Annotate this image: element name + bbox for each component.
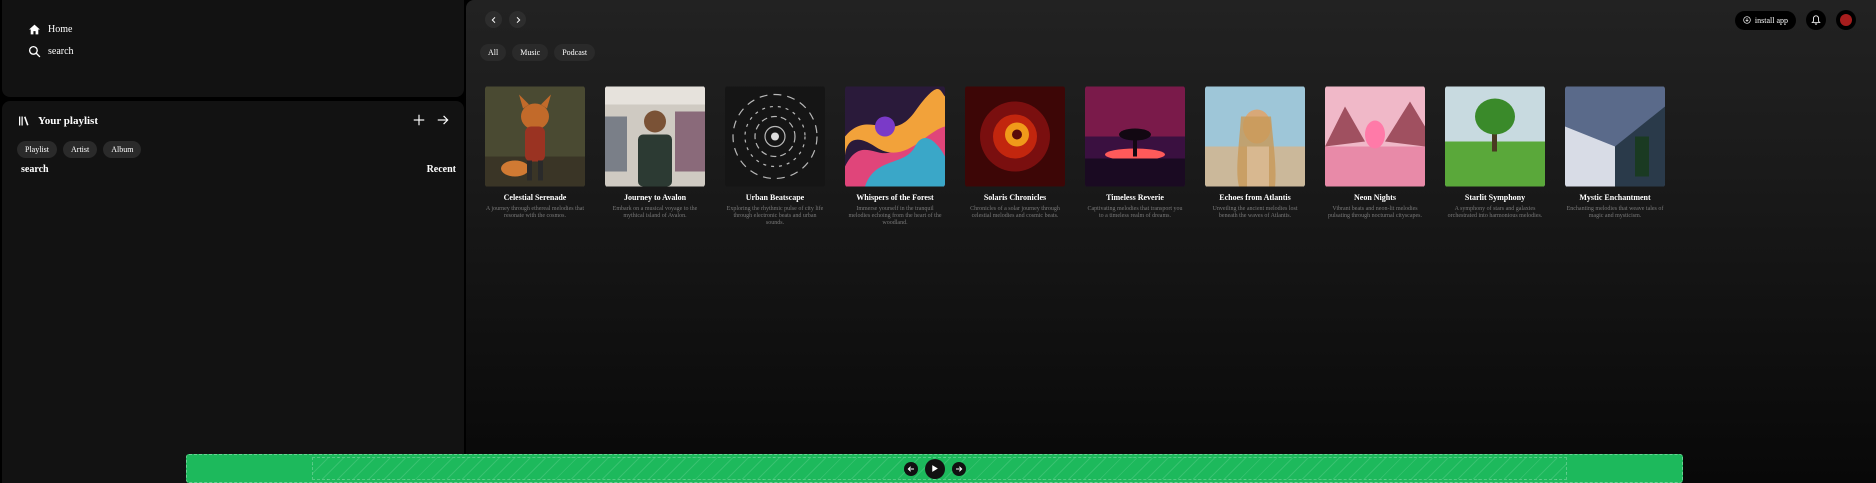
library-sort-recent[interactable]: Recent: [427, 164, 456, 175]
card-description: Immerse yourself in the tranquil melodie…: [848, 206, 942, 226]
card-cover-image: [1325, 86, 1425, 187]
card-description: Chronicles of a solar journey through ce…: [970, 206, 1060, 219]
filter-music[interactable]: Music: [512, 44, 549, 61]
card-cover-image: [1445, 86, 1545, 187]
arrow-right-icon: [955, 465, 962, 472]
playlist-card[interactable]: Starlit Symphony A symphony of stars and…: [1445, 86, 1545, 227]
card-title: Mystic Enchantment: [1579, 193, 1651, 202]
card-title: Timeless Reverie: [1106, 193, 1164, 202]
playlist-card[interactable]: Mystic Enchantment Enchanting melodies t…: [1565, 86, 1665, 227]
playlist-card[interactable]: Whispers of the Forest Immerse yourself …: [845, 86, 945, 227]
card-title: Journey to Avalon: [623, 193, 687, 202]
back-button[interactable]: [485, 11, 502, 28]
card-description: A journey through ethereal melodies that…: [485, 206, 585, 219]
chip-playlist[interactable]: Playlist: [17, 141, 58, 158]
nav-panel: Home search: [2, 0, 464, 97]
play-button[interactable]: [924, 458, 945, 479]
search-icon: [28, 45, 41, 58]
card-title: Solaris Chronicles: [983, 193, 1047, 202]
card-cover-image: [605, 86, 705, 187]
card-cover-image: [1205, 86, 1305, 187]
card-title: Starlit Symphony: [1464, 193, 1526, 202]
card-description: Enchanting melodies that weave tales of …: [1566, 206, 1664, 219]
card-cover-image: [1085, 86, 1185, 187]
card-cover-image: [1565, 86, 1665, 187]
library-panel: Your playlist Playlist Artist Album sear…: [2, 101, 464, 483]
playlist-card[interactable]: Neon Nights Vibrant beats and neon-lit m…: [1325, 86, 1425, 227]
playlist-card[interactable]: Solaris Chronicles Chronicles of a solar…: [965, 86, 1065, 227]
chevron-left-icon: [491, 16, 495, 23]
bell-icon: [1811, 15, 1821, 25]
filter-all[interactable]: All: [480, 44, 507, 61]
arrow-left-icon: [907, 465, 914, 472]
card-title: Celestial Serenade: [503, 193, 567, 202]
library-title: Your playlist: [38, 115, 99, 127]
nav-home-label: Home: [48, 24, 73, 35]
previous-button[interactable]: [903, 461, 918, 476]
install-app-label: install app: [1754, 15, 1788, 25]
chip-album[interactable]: Album: [103, 141, 142, 158]
forward-button[interactable]: [509, 11, 526, 28]
card-cover-image: [725, 86, 825, 187]
card-cover-image: [965, 86, 1065, 187]
card-title: Whispers of the Forest: [856, 193, 934, 202]
card-description: Exploring the rhythmic pulse of city lif…: [726, 206, 824, 226]
home-icon: [29, 24, 40, 35]
filter-podcast[interactable]: Podcast: [554, 44, 596, 61]
player-bar: [186, 454, 1683, 483]
download-icon: [1743, 16, 1751, 24]
install-app-button[interactable]: install app: [1734, 10, 1796, 30]
card-description: Embark on a musical voyage to the mythic…: [612, 206, 698, 219]
chevron-right-icon: [516, 16, 520, 23]
chip-artist[interactable]: Artist: [63, 141, 98, 158]
playlist-card[interactable]: Journey to Avalon Embark on a musical vo…: [605, 86, 705, 227]
card-description: A symphony of stars and galaxies orchest…: [1447, 206, 1543, 219]
next-button[interactable]: [951, 461, 966, 476]
play-icon: [932, 465, 938, 472]
card-title: Urban Beatscape: [745, 193, 805, 202]
card-title: Neon Nights: [1353, 193, 1396, 202]
library-icon: [19, 116, 29, 126]
nav-search-label: search: [48, 46, 74, 57]
arrow-right-icon[interactable]: [436, 113, 450, 127]
library-header[interactable]: Your playlist: [18, 115, 98, 127]
notifications-button[interactable]: [1806, 10, 1826, 30]
library-search[interactable]: search: [21, 164, 49, 175]
playlist-card[interactable]: Celestial Serenade A journey through eth…: [485, 86, 585, 227]
main-content: install app All Music Podcast Celestial …: [466, 0, 1876, 483]
card-description: Unveiling the ancient melodies lost bene…: [1212, 206, 1298, 219]
card-cover-image: [845, 86, 945, 187]
card-title: Echoes from Atlantis: [1219, 193, 1291, 202]
user-avatar[interactable]: [1836, 10, 1856, 30]
card-cover-image: [485, 86, 585, 187]
avatar-image: [1840, 14, 1852, 26]
card-description: Captivating melodies that transport you …: [1087, 206, 1183, 219]
nav-search[interactable]: search: [28, 45, 74, 58]
playlist-card[interactable]: Timeless Reverie Captivating melodies th…: [1085, 86, 1185, 227]
playlist-card[interactable]: Echoes from Atlantis Unveiling the ancie…: [1205, 86, 1305, 227]
add-icon[interactable]: [412, 113, 426, 127]
playlist-card[interactable]: Urban Beatscape Exploring the rhythmic p…: [725, 86, 825, 227]
card-description: Vibrant beats and neon-lit melodies puls…: [1328, 206, 1422, 219]
nav-home[interactable]: Home: [28, 23, 72, 36]
